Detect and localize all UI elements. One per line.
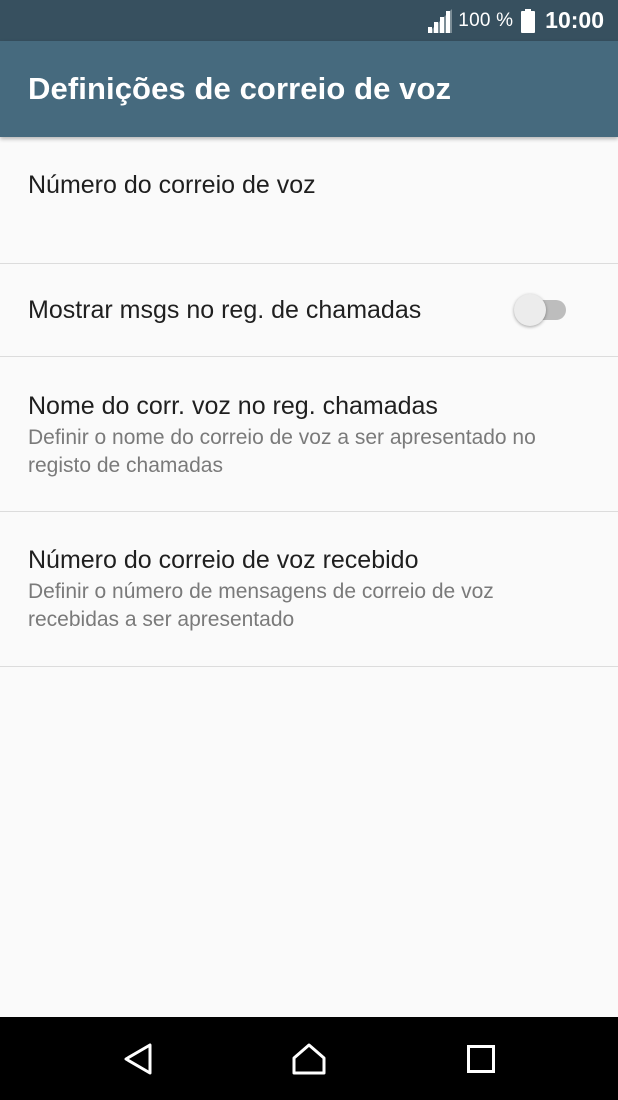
setting-show-msgs-in-call-log[interactable]: Mostrar msgs no reg. de chamadas [0,264,618,357]
home-button[interactable] [264,1017,354,1100]
setting-title: Número do correio de voz [28,171,316,199]
setting-title: Nome do corr. voz no reg. chamadas [28,392,438,420]
setting-title: Mostrar msgs no reg. de chamadas [28,296,422,324]
page-title: Definições de correio de voz [28,71,452,106]
recents-icon [467,1044,495,1073]
show-msgs-toggle-switch[interactable] [514,293,570,327]
setting-voicemail-name-in-call-log[interactable]: Nome do corr. voz no reg. chamadas Defin… [0,357,618,512]
setting-received-voicemail-number[interactable]: Número do correio de voz recebido Defini… [0,512,618,667]
settings-list: Número do correio de voz Mostrar msgs no… [0,137,618,667]
home-icon [292,1043,326,1074]
setting-title: Número do correio de voz recebido [28,546,419,574]
setting-summary: Definir o número de mensagens de correio… [28,580,494,631]
status-bar: 100 % 10:00 [0,0,618,41]
switch-thumb [514,294,546,326]
voicemail-settings-screen: 100 % 10:00 Definições de correio de voz… [0,0,618,1100]
setting-summary: Definir o nome do correio de voz a ser a… [28,426,536,477]
setting-voicemail-number[interactable]: Número do correio de voz [0,137,618,264]
recents-button[interactable] [436,1017,526,1100]
status-clock: 10:00 [545,7,604,33]
battery-percentage: 100 % [458,9,514,31]
signal-strength-icon [428,8,453,33]
app-bar: Definições de correio de voz [0,41,618,137]
battery-icon [521,8,536,33]
navigation-bar [0,1017,618,1100]
back-icon [124,1043,152,1074]
back-button[interactable] [93,1017,183,1100]
